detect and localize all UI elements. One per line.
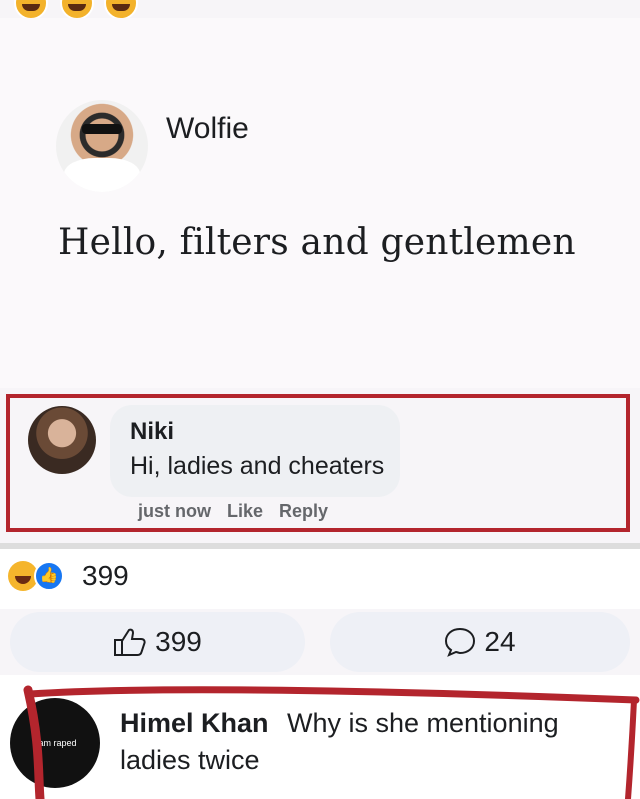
like-button[interactable]: 399: [10, 612, 305, 672]
comment-like-link[interactable]: Like: [227, 501, 263, 522]
avatar[interactable]: [56, 100, 148, 192]
comment-bubble-icon: [445, 627, 476, 657]
comment-meta: just now Like Reply: [138, 501, 328, 522]
reaction-count[interactable]: 399: [82, 560, 129, 592]
comment-button[interactable]: 24: [330, 612, 630, 672]
reply-text-line2: ladies twice: [120, 745, 260, 775]
comment-text: Hi, ladies and cheaters: [130, 452, 385, 480]
avatar[interactable]: I am raped: [10, 698, 100, 788]
post-text: Hello, filters and gentlemen: [58, 222, 576, 263]
top-reaction-strip: [0, 0, 640, 18]
comment-count: 24: [484, 626, 516, 657]
reply-author-name[interactable]: Himel Khan: [120, 708, 269, 739]
reply-text-line1: Why is she mentioning: [287, 708, 559, 738]
post-author-name[interactable]: Wolfie: [166, 112, 249, 146]
avatar-caption: I am raped: [33, 738, 77, 748]
like-count: 399: [155, 626, 202, 657]
comment-reply-link[interactable]: Reply: [279, 501, 328, 522]
like-icon: 👍: [34, 561, 64, 591]
comment-author-name[interactable]: Niki: [130, 418, 174, 446]
post-card: [0, 18, 640, 388]
comment-timestamp: just now: [138, 501, 211, 521]
avatar[interactable]: [28, 406, 96, 474]
thumbs-up-icon: [114, 628, 146, 656]
